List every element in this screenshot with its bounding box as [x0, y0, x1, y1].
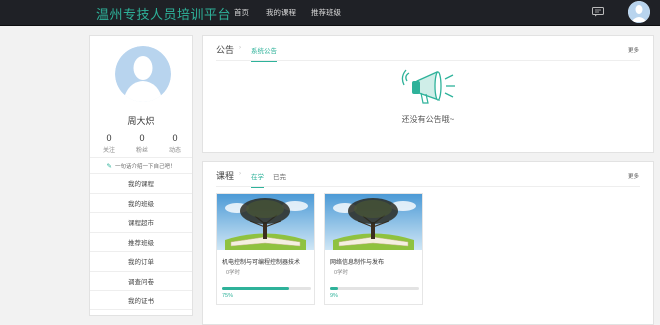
profile-card: 周大炽 0 关注 0 粉丝 0 动态 ✎ 一句话介绍一下自己吧！ 我的课程 我的… — [89, 35, 193, 316]
site-brand[interactable]: 温州专技人员培训平台 — [96, 4, 231, 23]
megaphone-icon — [401, 69, 455, 104]
progress-percent: 75% — [222, 293, 234, 299]
edit-intro-link[interactable]: ✎ 一句话介绍一下自己吧！ — [90, 157, 192, 173]
divider — [216, 186, 640, 187]
more-link[interactable]: 更多 — [628, 46, 639, 54]
intro-text: 一句话介绍一下自己吧！ — [114, 163, 176, 170]
progress-fill — [330, 287, 338, 290]
menu-my-orders[interactable]: 我的订单 — [90, 251, 192, 271]
default-avatar-icon — [628, 1, 650, 23]
panel-title: 公告 — [216, 45, 235, 55]
stat-value: 0 — [139, 133, 145, 143]
user-avatar[interactable] — [628, 1, 650, 23]
menu-my-classes[interactable]: 我的班级 — [90, 192, 192, 213]
nav-home[interactable]: 首页 — [234, 7, 249, 18]
course-title: 机电控制与可编程控制器技术 — [222, 260, 301, 266]
panel-title: 课程 — [216, 171, 235, 181]
top-navigation-bar: 温州专技人员培训平台 首页 我的课程 推荐班级 — [0, 0, 660, 26]
course-card[interactable]: 机电控制与可编程控制器技术 0学时 75% — [216, 193, 315, 305]
nav-recommended-classes[interactable]: 推荐班级 — [311, 7, 341, 18]
empty-announcements-text: 还没有公告哦~ — [401, 115, 455, 124]
menu-recommended-classes[interactable]: 推荐班级 — [90, 231, 192, 252]
pencil-icon: ✎ — [106, 162, 112, 170]
stat-label: 动态 — [168, 148, 181, 154]
course-title: 网络信息制作与发布 — [330, 260, 385, 266]
nav-my-courses[interactable]: 我的课程 — [266, 7, 296, 18]
course-cover-image — [217, 194, 314, 250]
default-avatar-icon — [115, 46, 171, 102]
stat-value: 0 — [172, 133, 178, 143]
stat-activities[interactable]: 0 动态 — [158, 133, 192, 154]
progress-fill — [222, 287, 289, 290]
divider — [216, 60, 640, 61]
announcements-panel: 公告 › 系统公告 更多 还没有公告哦~ — [202, 35, 654, 153]
menu-my-certificates[interactable]: 我的证书 — [90, 290, 192, 310]
stat-followers[interactable]: 0 粉丝 — [125, 133, 159, 154]
course-cover-image — [325, 194, 422, 250]
more-link[interactable]: 更多 — [628, 172, 639, 180]
tab-completed[interactable]: 已完 — [273, 171, 286, 187]
courses-panel: 课程 › 在学 已完 更多 机电控制与可编程控制器技术 0学时 75% 网络信息… — [202, 161, 654, 325]
stat-value: 0 — [106, 133, 112, 143]
course-hours: 0学时 — [226, 270, 241, 276]
chevron-right-icon: › — [239, 171, 241, 177]
stat-label: 关注 — [102, 148, 115, 154]
menu-course-market[interactable]: 课程超市 — [90, 212, 192, 232]
profile-menu: 我的课程 我的班级 课程超市 推荐班级 我的订单 调查问卷 我的证书 — [90, 173, 192, 310]
stat-following[interactable]: 0 关注 — [92, 133, 126, 154]
progress-bar — [222, 287, 311, 290]
course-hours: 0学时 — [334, 270, 349, 276]
user-name: 周大炽 — [127, 116, 155, 126]
stat-label: 粉丝 — [135, 148, 148, 154]
chevron-right-icon: › — [239, 45, 241, 51]
menu-surveys[interactable]: 调查问卷 — [90, 270, 192, 291]
progress-bar — [330, 287, 419, 290]
message-icon[interactable] — [592, 7, 604, 17]
menu-my-courses[interactable]: 我的课程 — [90, 173, 192, 193]
course-card[interactable]: 网络信息制作与发布 0学时 9% — [324, 193, 423, 305]
profile-avatar[interactable] — [115, 46, 171, 102]
progress-percent: 9% — [330, 293, 338, 299]
